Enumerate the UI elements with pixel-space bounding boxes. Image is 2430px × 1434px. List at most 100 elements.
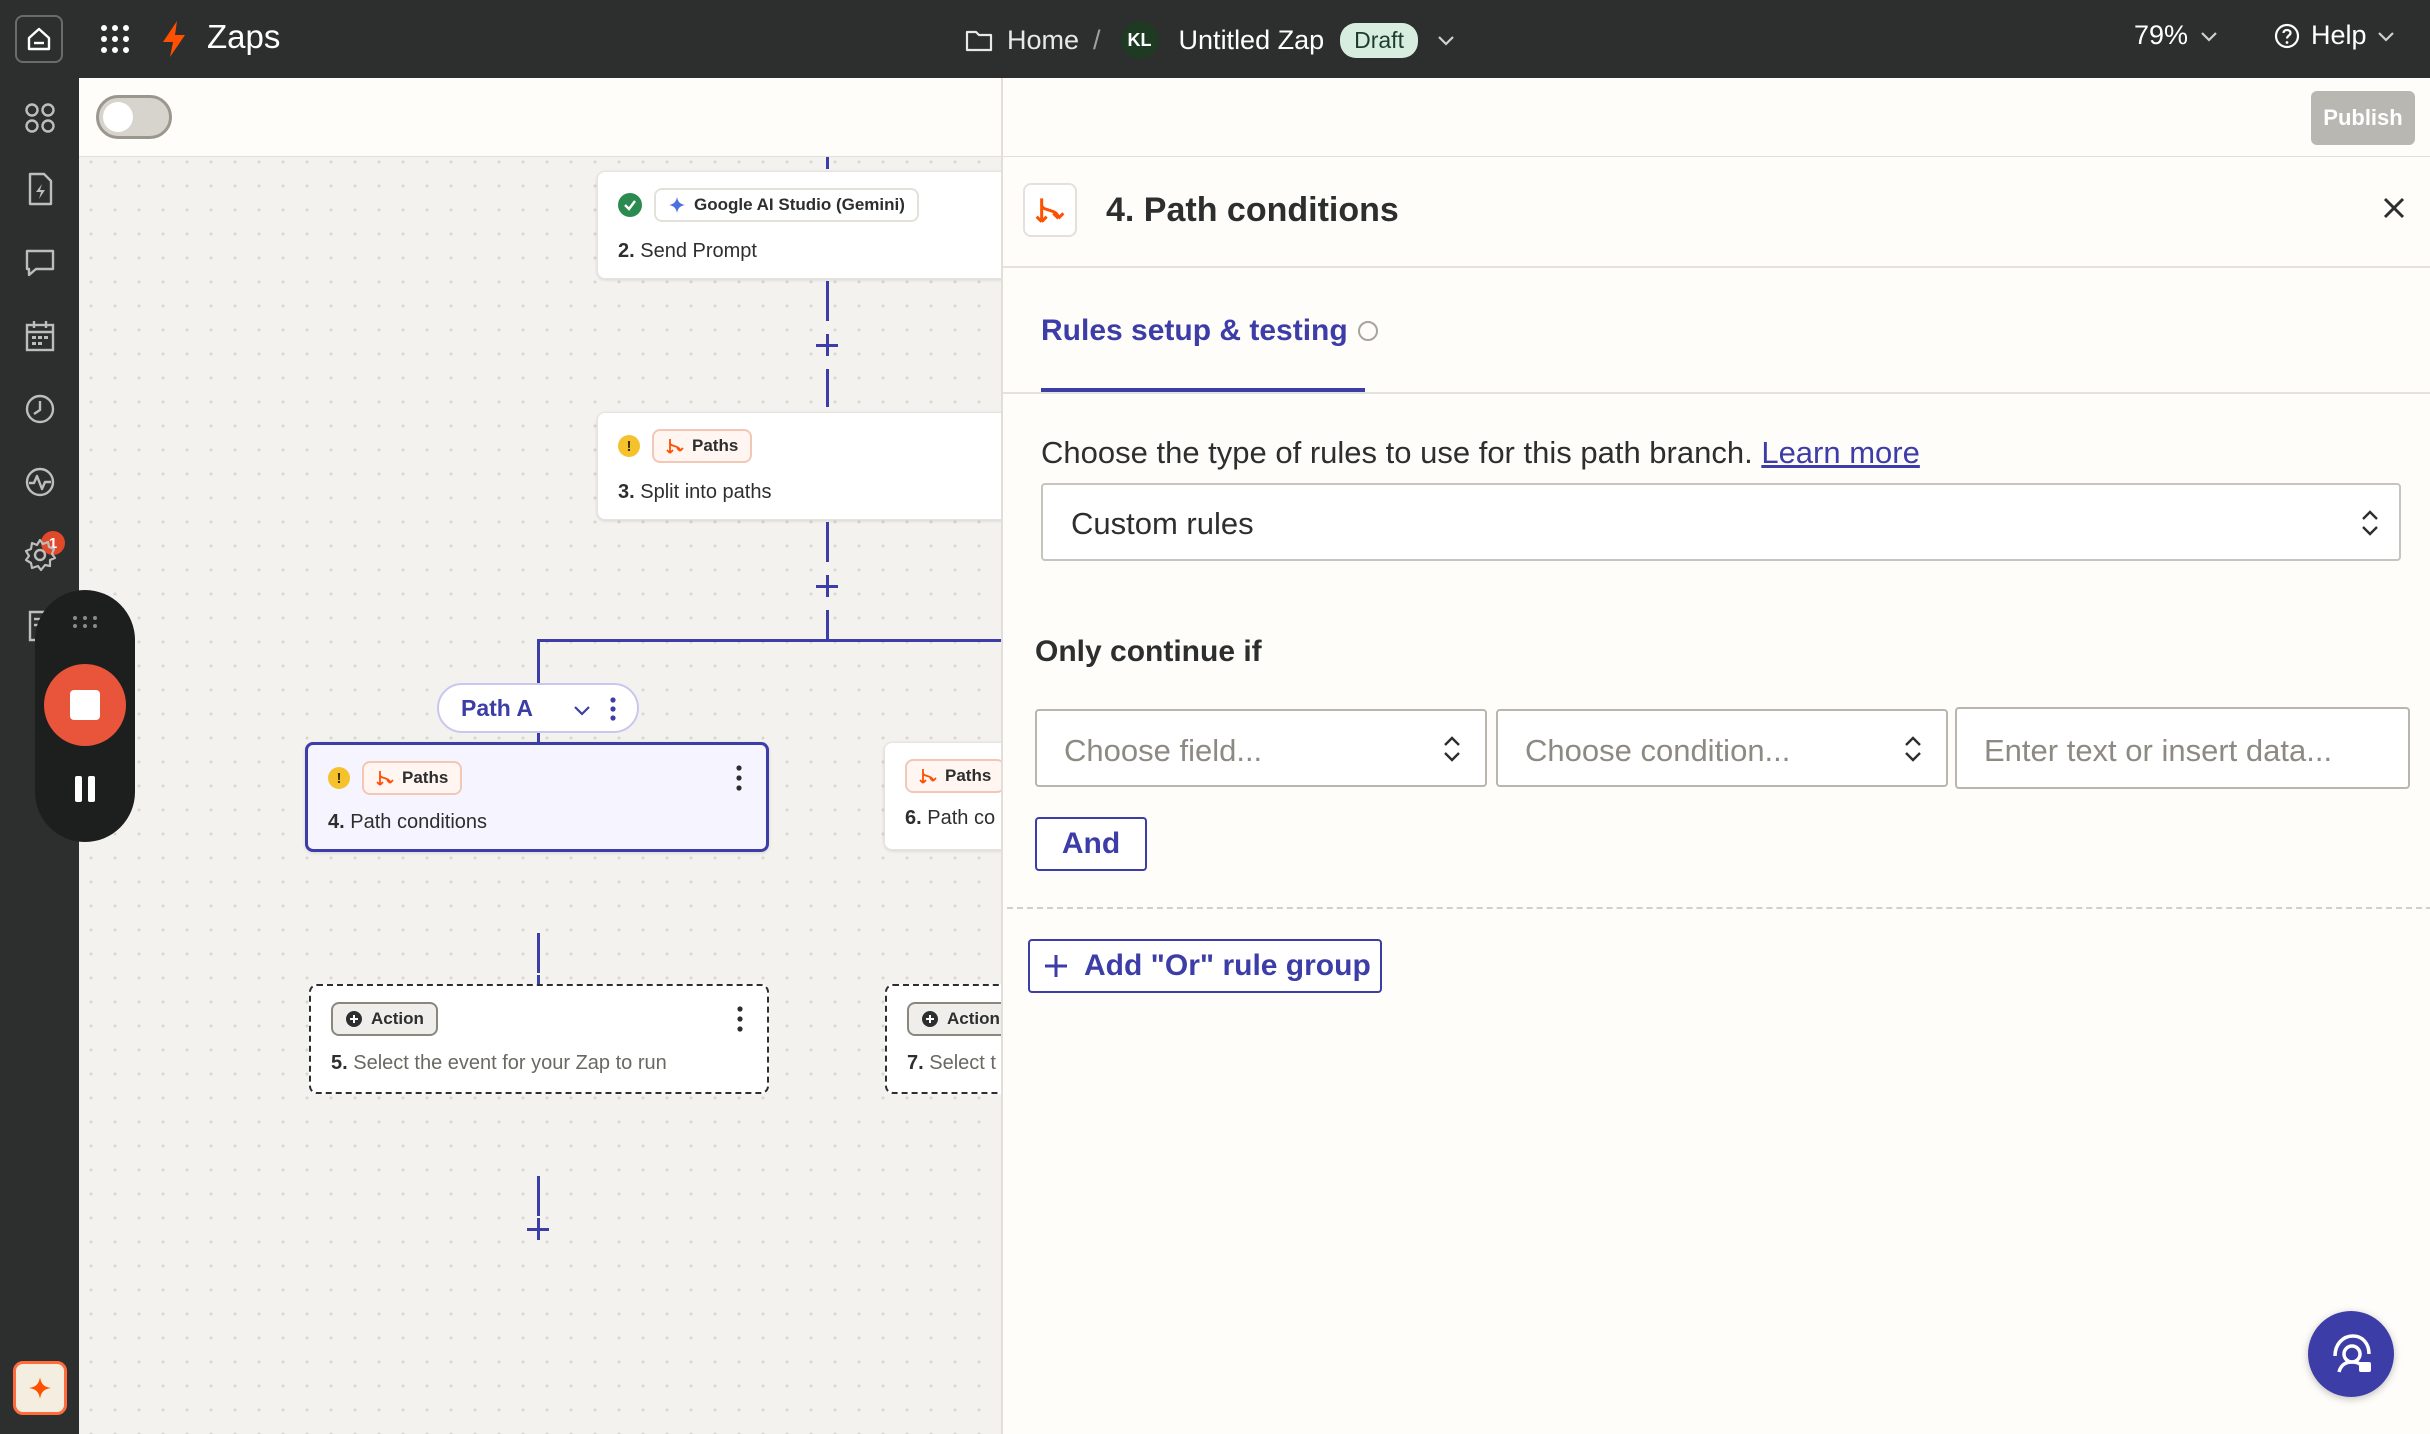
home-icon	[27, 27, 51, 51]
stop-icon	[70, 690, 100, 720]
ai-copilot-button[interactable]	[13, 1361, 67, 1415]
step-card-action-placeholder[interactable]: Action 5. Select the event for your Zap …	[309, 984, 769, 1094]
connector-line	[826, 369, 829, 407]
step-card-path-conditions-b[interactable]: Paths 6. Path co	[884, 742, 1001, 850]
zoom-level: 79%	[2134, 20, 2189, 50]
and-rule-button[interactable]: And	[1035, 817, 1147, 871]
stop-recording-button[interactable]	[44, 664, 126, 746]
chevron-down-icon	[2201, 31, 2217, 42]
support-agent-icon	[2333, 1334, 2371, 1373]
step-card-path-conditions[interactable]: ! Paths 4. Path conditions	[305, 742, 769, 852]
plus-circle-icon	[346, 1011, 362, 1027]
app-name: Paths	[402, 768, 449, 787]
connector-line	[537, 639, 540, 683]
drag-handle-icon[interactable]	[72, 614, 98, 630]
app-name: Action	[947, 1009, 1000, 1028]
zap-canvas[interactable]: Google AI Studio (Gemini) 2. Send Prompt…	[79, 78, 1001, 1434]
step-title-text: Path co	[927, 807, 996, 829]
rule-type-value: Custom rules	[1071, 506, 1254, 541]
connector-line	[826, 157, 829, 169]
chevron-down-icon	[2377, 31, 2394, 42]
home-button[interactable]	[15, 15, 63, 63]
settings-icon[interactable]	[22, 537, 58, 573]
paths-app-icon	[1023, 183, 1077, 237]
step-title-text: Path conditions	[350, 811, 488, 833]
choose-condition-select[interactable]: Choose condition...	[1496, 709, 1948, 787]
publish-button[interactable]: Publish	[2311, 91, 2415, 145]
app-name: Google AI Studio (Gemini)	[694, 195, 905, 214]
paths-icon	[376, 771, 394, 786]
add-step-plus-icon[interactable]	[814, 573, 840, 599]
paths-icon	[666, 439, 684, 454]
path-label: Path A	[461, 694, 533, 721]
path-branch-chip[interactable]: Path A	[437, 683, 639, 733]
value-input[interactable]: Enter text or insert data...	[1955, 707, 2410, 789]
step-title-text: Select t	[929, 1052, 996, 1074]
kebab-menu-icon[interactable]	[610, 697, 616, 721]
zoom-dropdown[interactable]: 79%	[2134, 20, 2218, 51]
close-icon[interactable]	[2380, 194, 2408, 222]
step-card-action-placeholder-b[interactable]: Action 7. Select t	[885, 984, 1001, 1094]
step-title-text: Send Prompt	[640, 240, 757, 262]
chat-icon[interactable]	[22, 245, 58, 281]
apps-icon[interactable]	[22, 100, 58, 136]
help-menu[interactable]: Help	[2273, 20, 2395, 51]
success-check-icon	[618, 193, 642, 217]
warning-icon: !	[328, 767, 350, 789]
activity-icon[interactable]	[22, 464, 58, 500]
learn-more-link[interactable]: Learn more	[1761, 435, 1920, 470]
add-or-rule-group-button[interactable]: Add "Or" rule group	[1028, 939, 1382, 993]
plus-icon	[1045, 955, 1067, 977]
support-chat-button[interactable]	[2308, 1311, 2394, 1397]
field-placeholder: Choose field...	[1064, 733, 1263, 768]
step-number: 7.	[907, 1052, 924, 1074]
help-label: Help	[2311, 20, 2367, 50]
add-step-plus-icon[interactable]	[525, 1216, 551, 1242]
paths-icon	[919, 769, 937, 784]
zap-on-off-toggle[interactable]	[96, 95, 172, 139]
tab-label: Rules setup & testing	[1041, 314, 1348, 347]
step-title-text: Select the event for your Zap to run	[353, 1052, 667, 1074]
warning-icon: !	[618, 435, 640, 457]
kebab-menu-icon[interactable]	[737, 1006, 743, 1032]
app-grid-icon[interactable]	[100, 24, 130, 54]
chevron-down-icon[interactable]	[573, 704, 591, 716]
value-placeholder: Enter text or insert data...	[1984, 733, 2333, 768]
app-name: Paths	[945, 766, 992, 785]
breadcrumb-home-link[interactable]: Home	[1007, 25, 1079, 56]
chevron-down-icon[interactable]	[1436, 33, 1456, 47]
rule-type-select[interactable]: Custom rules	[1041, 483, 2401, 561]
plus-circle-icon	[922, 1011, 938, 1027]
app-title[interactable]: Zaps	[207, 18, 280, 56]
step-number: 6.	[905, 807, 922, 829]
avatar[interactable]: KL	[1120, 21, 1159, 59]
up-down-chevron-icon	[2362, 510, 2378, 536]
connector-line	[537, 933, 540, 973]
tab-rules-setup[interactable]: Rules setup & testing	[1041, 314, 1378, 348]
step-title: 4. Path conditions	[328, 811, 487, 834]
app-name: Paths	[692, 436, 739, 455]
top-bar: Zaps Home / KL Untitled Zap Draft 79% He…	[0, 0, 2430, 78]
step-card-split-into-paths[interactable]: ! Paths 3. Split into paths	[597, 412, 1001, 520]
calendar-icon[interactable]	[22, 318, 58, 354]
pause-button[interactable]	[72, 776, 98, 802]
breadcrumb: Home / KL Untitled Zap Draft	[965, 18, 1456, 62]
zap-name[interactable]: Untitled Zap	[1179, 25, 1325, 56]
recording-widget[interactable]	[35, 590, 135, 842]
breadcrumb-separator: /	[1093, 24, 1101, 55]
folder-icon	[965, 30, 993, 52]
step-card-send-prompt[interactable]: Google AI Studio (Gemini) 2. Send Prompt	[597, 171, 1001, 279]
history-icon[interactable]	[22, 391, 58, 427]
app-pill: Paths	[652, 429, 753, 463]
step-number: 2.	[618, 240, 635, 262]
kebab-menu-icon[interactable]	[736, 765, 742, 791]
app-pill: Paths	[362, 761, 463, 795]
app-name: Action	[371, 1009, 424, 1028]
app-pill: Action	[907, 1002, 1001, 1036]
zap-file-icon[interactable]	[22, 171, 58, 207]
add-step-plus-icon[interactable]	[814, 332, 840, 358]
choose-field-select[interactable]: Choose field...	[1035, 709, 1487, 787]
app-pill: Google AI Studio (Gemini)	[654, 188, 919, 222]
rule-type-description: Choose the type of rules to use for this…	[1041, 435, 1920, 471]
step-number: 4.	[328, 811, 345, 833]
